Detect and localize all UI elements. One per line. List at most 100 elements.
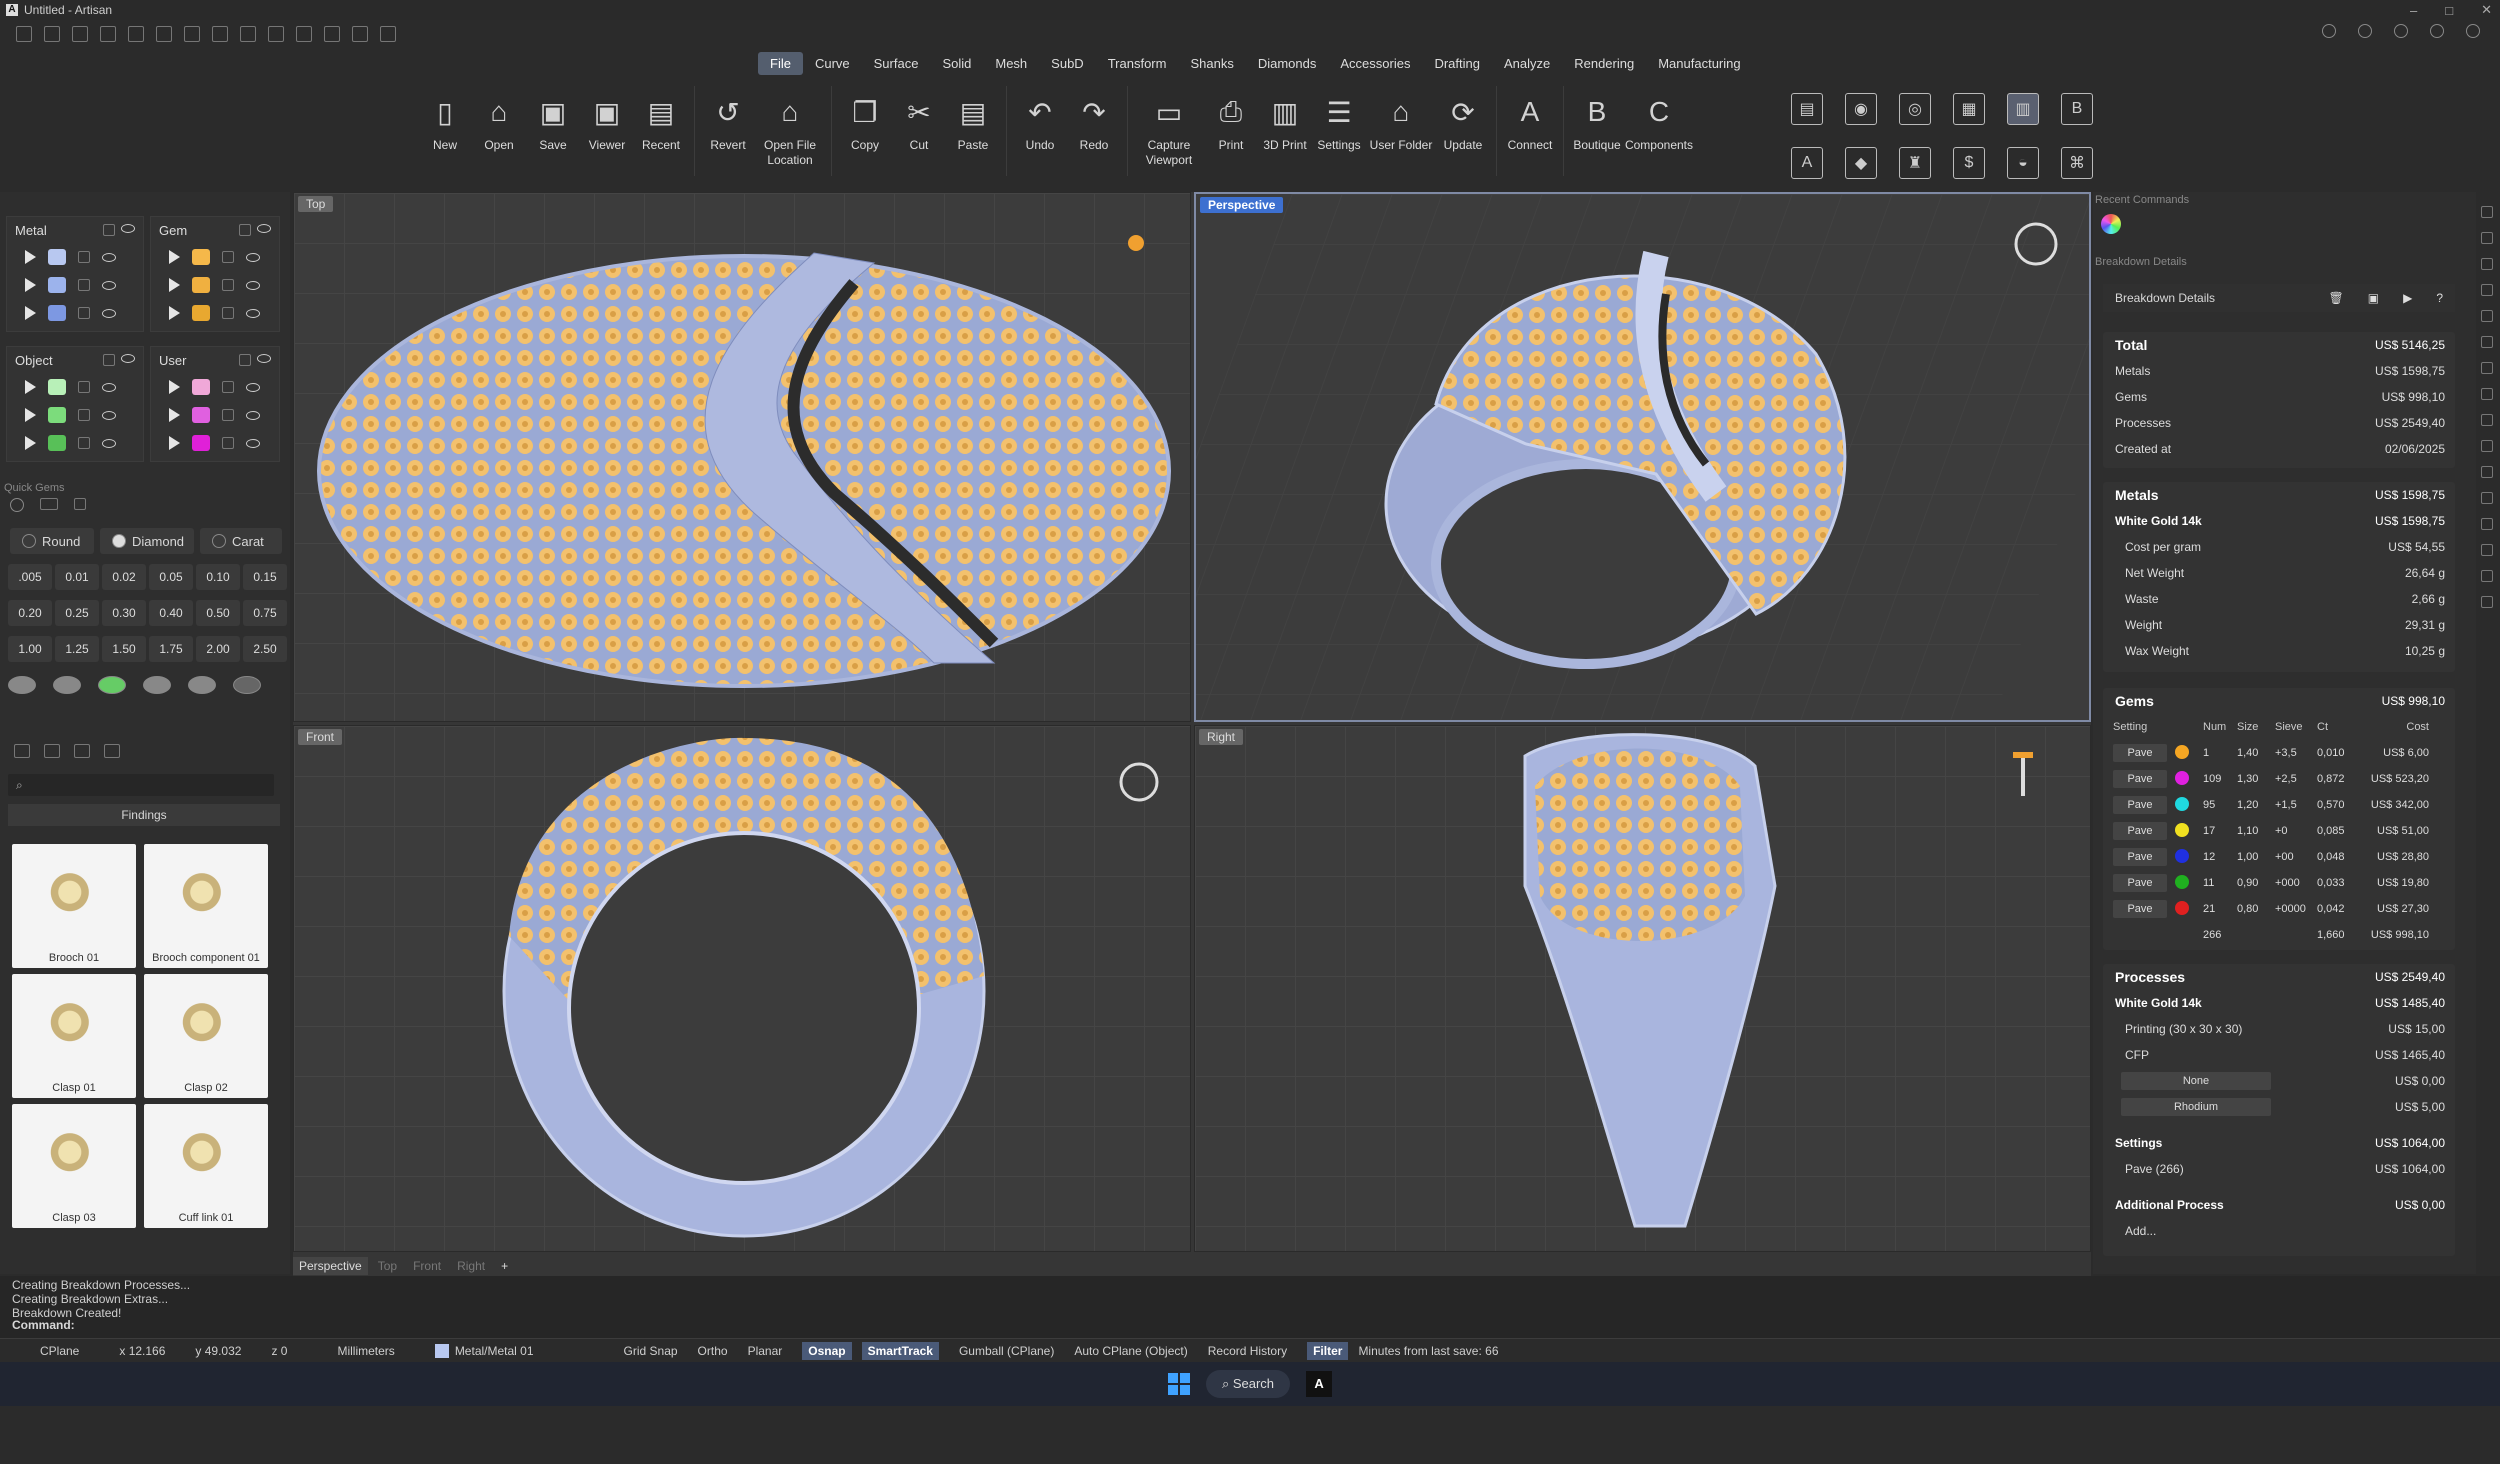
components-button[interactable]: C Components xyxy=(1624,82,1694,182)
print-button[interactable]: ⎙ Print xyxy=(1204,82,1258,182)
undo-button[interactable]: ↶ Undo xyxy=(1013,82,1067,182)
menu-tab-mesh[interactable]: Mesh xyxy=(983,52,1039,75)
cloud-icon[interactable] xyxy=(2394,24,2408,38)
gem-layer-row[interactable] xyxy=(151,243,279,271)
gem-layer-color-swatch[interactable] xyxy=(192,249,210,265)
lock-icon[interactable] xyxy=(103,354,115,366)
maximize-button[interactable]: □ xyxy=(2445,3,2453,18)
lock-icon[interactable] xyxy=(222,279,234,291)
side-tool-icon[interactable] xyxy=(2481,362,2493,374)
record-history-toggle[interactable]: Record History xyxy=(1208,1344,1287,1358)
eye-icon[interactable] xyxy=(257,354,271,363)
snap-icon[interactable] xyxy=(380,26,396,42)
add-viewport-icon[interactable]: + xyxy=(495,1257,514,1275)
gumball-toggle[interactable]: Gumball (CPlane) xyxy=(959,1344,1054,1358)
menu-tab-solid[interactable]: Solid xyxy=(930,52,983,75)
perspective-view-label[interactable]: Perspective xyxy=(1200,197,1284,213)
move-icon[interactable] xyxy=(352,26,368,42)
type-select[interactable]: Diamond xyxy=(100,528,194,554)
viewport-tab-perspective[interactable]: Perspective xyxy=(293,1257,368,1275)
menu-tab-drafting[interactable]: Drafting xyxy=(1422,52,1492,75)
gem-size-button[interactable]: 0.20 xyxy=(8,600,52,626)
user-layer-row[interactable] xyxy=(151,401,279,429)
save-icon[interactable]: ▣ xyxy=(2368,291,2379,305)
gem-layer-row[interactable] xyxy=(151,271,279,299)
recent-button[interactable]: ▤ Recent xyxy=(634,82,688,182)
redo-button[interactable]: ↷ Redo xyxy=(1067,82,1121,182)
user-layer-color-swatch[interactable] xyxy=(192,407,210,423)
side-tool-icon[interactable] xyxy=(2481,596,2493,608)
top-view-label[interactable]: Top xyxy=(298,196,334,212)
metal-layer-row[interactable] xyxy=(7,243,143,271)
settings-button[interactable]: ☰ Settings xyxy=(1312,82,1366,182)
metal-layer-expand-icon[interactable] xyxy=(25,306,36,320)
stamp-icon[interactable]: ♜ xyxy=(1899,147,1931,179)
finding-item[interactable]: Clasp 01 xyxy=(12,974,136,1098)
gem-tool-icon[interactable] xyxy=(10,498,24,512)
ring-icon[interactable]: ◒ xyxy=(2007,147,2039,179)
eye-icon[interactable] xyxy=(246,410,260,420)
gem-size-button[interactable]: 1.50 xyxy=(102,636,146,662)
cplane-label[interactable]: CPlane xyxy=(40,1344,79,1358)
side-tool-icon[interactable] xyxy=(2481,310,2493,322)
front-viewport[interactable]: Front xyxy=(293,725,1191,1252)
finding-item[interactable]: Cuff link 01 xyxy=(144,1104,268,1228)
side-tool-icon[interactable] xyxy=(2481,544,2493,556)
finding-item[interactable]: Brooch component 01 xyxy=(144,844,268,968)
flow-tool-icon[interactable] xyxy=(74,498,86,510)
revert-button[interactable]: ↺ Revert xyxy=(701,82,755,182)
open-icon[interactable] xyxy=(72,26,88,42)
tag-icon[interactable]: ◆ xyxy=(1845,147,1877,179)
planar-toggle[interactable]: Planar xyxy=(748,1344,783,1358)
gem-size-button[interactable]: 0.01 xyxy=(55,564,99,590)
object-layer-row[interactable] xyxy=(7,401,143,429)
osnap-toggle[interactable]: Osnap xyxy=(802,1341,852,1360)
minimize-button[interactable]: – xyxy=(2410,3,2417,18)
delete-icon[interactable]: 🗑 xyxy=(2329,291,2344,305)
grid-snap-toggle[interactable]: Grid Snap xyxy=(624,1344,678,1358)
save-button[interactable]: ▣ Save xyxy=(526,82,580,182)
user-folder-button[interactable]: ⌂ User Folder xyxy=(1366,82,1436,182)
gem-layer-color-swatch[interactable] xyxy=(192,305,210,321)
menu-tab-accessories[interactable]: Accessories xyxy=(1328,52,1422,75)
gem-size-button[interactable]: 1.00 xyxy=(8,636,52,662)
eye-icon[interactable] xyxy=(246,280,260,290)
play-icon[interactable]: ▶ xyxy=(2403,291,2412,305)
metal-layer-row[interactable] xyxy=(7,299,143,327)
side-tool-icon[interactable] xyxy=(2481,232,2493,244)
gem-size-button[interactable]: 0.40 xyxy=(149,600,193,626)
redo-icon[interactable] xyxy=(156,26,172,42)
setting-select[interactable]: Pave xyxy=(2113,770,2167,788)
side-tool-icon[interactable] xyxy=(2481,414,2493,426)
image-icon[interactable]: ⌘ xyxy=(2061,147,2093,179)
lock-icon[interactable] xyxy=(222,437,234,449)
gem-size-button[interactable]: 0.10 xyxy=(196,564,240,590)
start-icon[interactable] xyxy=(1167,1373,1190,1395)
open-file-location-button[interactable]: ⌂ Open File Location xyxy=(755,82,825,182)
object-layer-color-swatch[interactable] xyxy=(48,435,66,451)
lock-icon[interactable] xyxy=(239,224,251,236)
perspective-viewport[interactable]: Perspective xyxy=(1194,192,2091,722)
connect-button[interactable]: A Connect xyxy=(1503,82,1557,182)
filter-toggle[interactable]: Filter xyxy=(1307,1341,1349,1360)
eye-icon[interactable] xyxy=(246,438,260,448)
close-button[interactable]: ✕ xyxy=(2481,2,2492,18)
menu-tab-manufacturing[interactable]: Manufacturing xyxy=(1646,52,1752,75)
gem-size-button[interactable]: 1.25 xyxy=(55,636,99,662)
menu-tab-rendering[interactable]: Rendering xyxy=(1562,52,1646,75)
setting-select[interactable]: Pave xyxy=(2113,848,2167,866)
render-icon[interactable]: ◉ xyxy=(1845,93,1877,125)
report-icon[interactable]: ▤ xyxy=(1791,93,1823,125)
lock-icon[interactable] xyxy=(78,307,90,319)
menu-tab-transform[interactable]: Transform xyxy=(1096,52,1179,75)
eye-icon[interactable] xyxy=(102,438,116,448)
user-layer-expand-icon[interactable] xyxy=(169,408,180,422)
gumball-marker[interactable] xyxy=(1128,235,1144,251)
setting-select[interactable]: Pave xyxy=(2113,744,2167,762)
gem-shape-icon[interactable] xyxy=(53,676,81,694)
cut-button[interactable]: ✂ Cut xyxy=(892,82,946,182)
command-prompt[interactable]: Command: xyxy=(0,1318,2500,1338)
lock-icon[interactable] xyxy=(78,381,90,393)
eye-icon[interactable] xyxy=(246,308,260,318)
open-button[interactable]: ⌂ Open xyxy=(472,82,526,182)
